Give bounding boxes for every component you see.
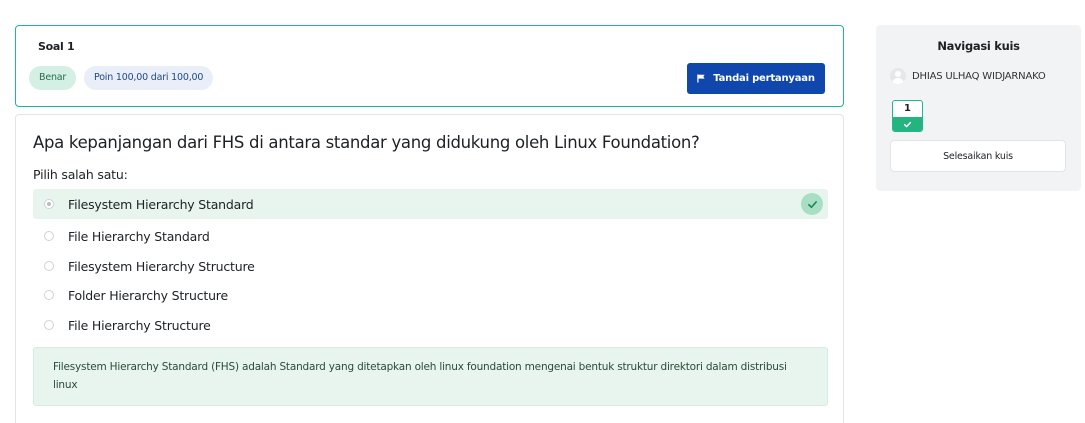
- answer-radio[interactable]: [44, 290, 54, 300]
- quiz-nav-button-1[interactable]: 1: [892, 100, 923, 132]
- answer-label: File Hierarchy Structure: [68, 317, 211, 333]
- quiz-navigation-title: Navigasi kuis: [937, 39, 1020, 53]
- flag-question-label: Tandai pertanyaan: [713, 73, 815, 84]
- answer-option[interactable]: Filesystem Hierarchy Standard: [33, 189, 828, 219]
- question-grade-badge: Poin 100,00 dari 100,00: [84, 66, 214, 90]
- answer-prompt: Pilih salah satu:: [33, 167, 128, 182]
- question-state-badge: Benar: [29, 66, 77, 90]
- quiz-nav-number: 1: [904, 103, 911, 114]
- answer-option[interactable]: File Hierarchy Structure: [33, 310, 828, 340]
- answer-radio[interactable]: [44, 261, 54, 271]
- answer-radio[interactable]: [44, 199, 54, 209]
- user-info: DHIAS ULHAQ WIDJARNAKO: [890, 68, 1046, 84]
- question-number: Soal 1: [38, 40, 75, 53]
- flag-icon: [697, 74, 705, 83]
- flag-question-button[interactable]: Tandai pertanyaan: [687, 63, 825, 94]
- general-feedback: Filesystem Hierarchy Standard (FHS) adal…: [33, 347, 828, 406]
- user-name: DHIAS ULHAQ WIDJARNAKO: [912, 70, 1046, 82]
- user-avatar-icon: [890, 68, 906, 84]
- answer-label: Filesystem Hierarchy Structure: [68, 258, 255, 274]
- answer-radio[interactable]: [44, 320, 54, 330]
- question-info-card: Soal 1 Benar Poin 100,00 dari 100,00 Tan…: [15, 25, 844, 107]
- answer-option[interactable]: Folder Hierarchy Structure: [33, 280, 828, 310]
- answer-option[interactable]: File Hierarchy Standard: [33, 221, 828, 251]
- answer-radio[interactable]: [44, 231, 54, 241]
- answer-label: File Hierarchy Standard: [68, 228, 210, 244]
- answer-label: Filesystem Hierarchy Standard: [68, 196, 254, 212]
- question-content-card: Apa kepanjangan dari FHS di antara stand…: [15, 114, 844, 423]
- correct-check-icon: [801, 193, 823, 215]
- finish-quiz-button[interactable]: Selesaikan kuis: [890, 140, 1066, 172]
- check-icon: [893, 117, 922, 131]
- quiz-navigation-panel: Navigasi kuis DHIAS ULHAQ WIDJARNAKO 1 S…: [876, 25, 1081, 191]
- answer-option[interactable]: Filesystem Hierarchy Structure: [33, 251, 828, 281]
- question-text: Apa kepanjangan dari FHS di antara stand…: [33, 133, 700, 152]
- answer-label: Folder Hierarchy Structure: [68, 287, 228, 303]
